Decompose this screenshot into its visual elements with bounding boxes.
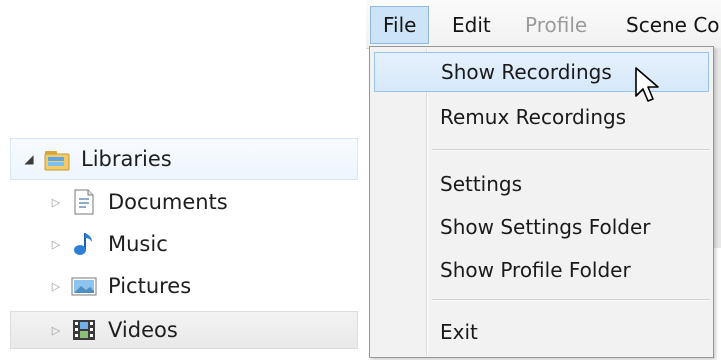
document-icon [70, 189, 98, 215]
tree-item-music[interactable]: ▷ Music [10, 224, 358, 264]
tree-item-documents[interactable]: ▷ Documents [10, 182, 358, 222]
menu-item-show-profile-folder[interactable]: Show Profile Folder [374, 250, 709, 290]
tree-item-videos[interactable]: ▷ Videos [10, 311, 358, 349]
expand-arrow-icon[interactable]: ▷ [48, 322, 64, 338]
app-window: File Edit Profile Scene Co Show Recordin… [366, 0, 721, 360]
menu-item-settings[interactable]: Settings [374, 164, 709, 204]
menu-item-exit[interactable]: Exit [374, 312, 709, 352]
expand-arrow-icon[interactable]: ▷ [48, 236, 64, 252]
libraries-folder-icon [43, 146, 71, 172]
tree-label-music: Music [108, 232, 168, 256]
tree-item-libraries[interactable]: ◢ Libraries [10, 138, 358, 180]
mouse-cursor-icon [635, 67, 659, 102]
collapse-arrow-icon[interactable]: ◢ [21, 151, 37, 167]
pictures-icon [70, 273, 98, 299]
menu-item-show-settings-folder[interactable]: Show Settings Folder [374, 207, 709, 247]
tree-item-pictures[interactable]: ▷ Pictures [10, 266, 358, 306]
tree-label-pictures: Pictures [108, 274, 192, 298]
menu-bar: File Edit Profile Scene Co [366, 0, 721, 49]
file-dropdown-menu: Show Recordings Remux Recordings Setting… [369, 46, 714, 358]
tree-label-documents: Documents [108, 190, 228, 214]
menu-separator [432, 149, 710, 151]
menu-edit[interactable]: Edit [440, 6, 503, 44]
tree-label-videos: Videos [108, 318, 178, 342]
menu-scene-collection[interactable]: Scene Co [614, 6, 721, 44]
expand-arrow-icon[interactable]: ▷ [48, 278, 64, 294]
music-icon [70, 231, 98, 257]
expand-arrow-icon[interactable]: ▷ [48, 194, 64, 210]
tree-label-libraries: Libraries [81, 147, 172, 171]
videos-icon [70, 317, 98, 343]
menu-separator [432, 299, 710, 301]
menu-file[interactable]: File [370, 6, 430, 44]
menu-profile: Profile [525, 13, 588, 37]
